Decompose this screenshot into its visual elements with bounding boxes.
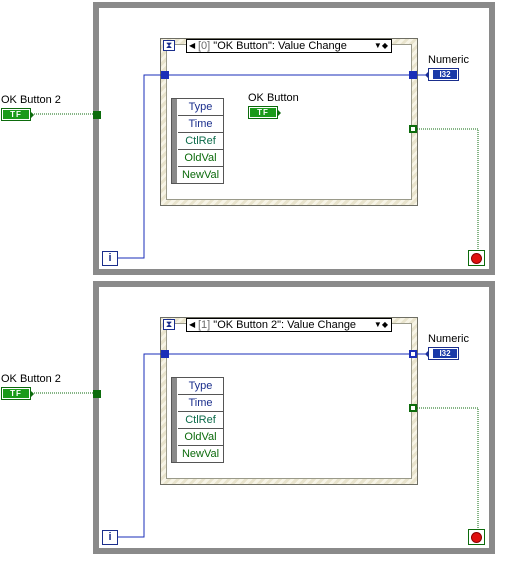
control-label: OK Button 2 [1, 94, 61, 106]
terminal-arrow-icon [31, 112, 34, 118]
control-label: OK Button 2 [1, 373, 61, 385]
stop-icon [472, 254, 481, 263]
dropdown-arrow-icon[interactable]: ▼◆ [374, 319, 388, 331]
stop-terminal[interactable] [468, 529, 485, 545]
boolean-tf-icon: TF [3, 389, 29, 398]
event-case-selector[interactable]: ◀ [0] "OK Button": Value Change ▼◆ [186, 39, 392, 53]
boolean-tf-icon: TF [250, 108, 276, 117]
event-input-tunnel[interactable] [161, 350, 169, 358]
event-output-tunnel[interactable] [409, 71, 417, 79]
boolean-output-tunnel[interactable] [409, 404, 417, 412]
iteration-terminal[interactable]: i [102, 530, 118, 545]
event-data-node-bar [172, 378, 177, 462]
numeric-label: Numeric [428, 54, 469, 66]
prev-case-arrow-icon[interactable]: ◀ [189, 40, 195, 52]
event-data-newval[interactable]: NewVal [178, 167, 223, 183]
loop-input-tunnel[interactable] [93, 390, 101, 398]
event-case-index: [1] [198, 319, 211, 331]
ok-button-terminal[interactable]: TF [248, 106, 281, 119]
event-data-type[interactable]: Type [178, 99, 223, 116]
ok-button-2-terminal[interactable]: TF [1, 387, 34, 400]
i32-icon: I32 [433, 70, 457, 79]
terminal-arrow-icon [278, 110, 281, 116]
event-data-time[interactable]: Time [178, 116, 223, 133]
event-input-tunnel[interactable] [161, 71, 169, 79]
prev-case-arrow-icon[interactable]: ◀ [189, 319, 195, 331]
stop-terminal[interactable] [468, 250, 485, 266]
event-case-name: "OK Button 2": Value Change [213, 319, 357, 331]
terminal-arrow-icon [425, 351, 428, 357]
loop-input-tunnel[interactable] [93, 111, 101, 119]
event-data-newval[interactable]: NewVal [178, 446, 223, 462]
numeric-indicator-terminal[interactable]: I32 [425, 347, 459, 360]
stop-icon [472, 533, 481, 542]
event-data-oldval[interactable]: OldVal [178, 429, 223, 446]
numeric-indicator-terminal[interactable]: I32 [425, 68, 459, 81]
event-data-type[interactable]: Type [178, 378, 223, 395]
event-data-ctlref[interactable]: CtlRef [178, 133, 223, 150]
terminal-arrow-icon [31, 391, 34, 397]
event-case-index: [0] [198, 40, 211, 52]
boolean-output-tunnel[interactable] [409, 125, 417, 133]
event-case-name: "OK Button": Value Change [213, 40, 347, 52]
timeout-hourglass-icon[interactable]: ⧗ [163, 40, 175, 51]
dropdown-arrow-icon[interactable]: ▼◆ [374, 40, 388, 52]
event-data-node[interactable]: Type Time CtlRef OldVal NewVal [171, 98, 224, 184]
event-data-time[interactable]: Time [178, 395, 223, 412]
event-data-node-bar [172, 99, 177, 183]
event-data-oldval[interactable]: OldVal [178, 150, 223, 167]
i32-icon: I32 [433, 349, 457, 358]
boolean-tf-icon: TF [3, 110, 29, 119]
event-data-ctlref[interactable]: CtlRef [178, 412, 223, 429]
iteration-terminal[interactable]: i [102, 251, 118, 266]
event-output-tunnel[interactable] [409, 350, 417, 358]
timeout-hourglass-icon[interactable]: ⧗ [163, 319, 175, 330]
event-data-node[interactable]: Type Time CtlRef OldVal NewVal [171, 377, 224, 463]
inner-terminal-label: OK Button [248, 92, 299, 104]
ok-button-2-terminal[interactable]: TF [1, 108, 34, 121]
numeric-label: Numeric [428, 333, 469, 345]
event-case-selector[interactable]: ◀ [1] "OK Button 2": Value Change ▼◆ [186, 318, 392, 332]
terminal-arrow-icon [425, 72, 428, 78]
